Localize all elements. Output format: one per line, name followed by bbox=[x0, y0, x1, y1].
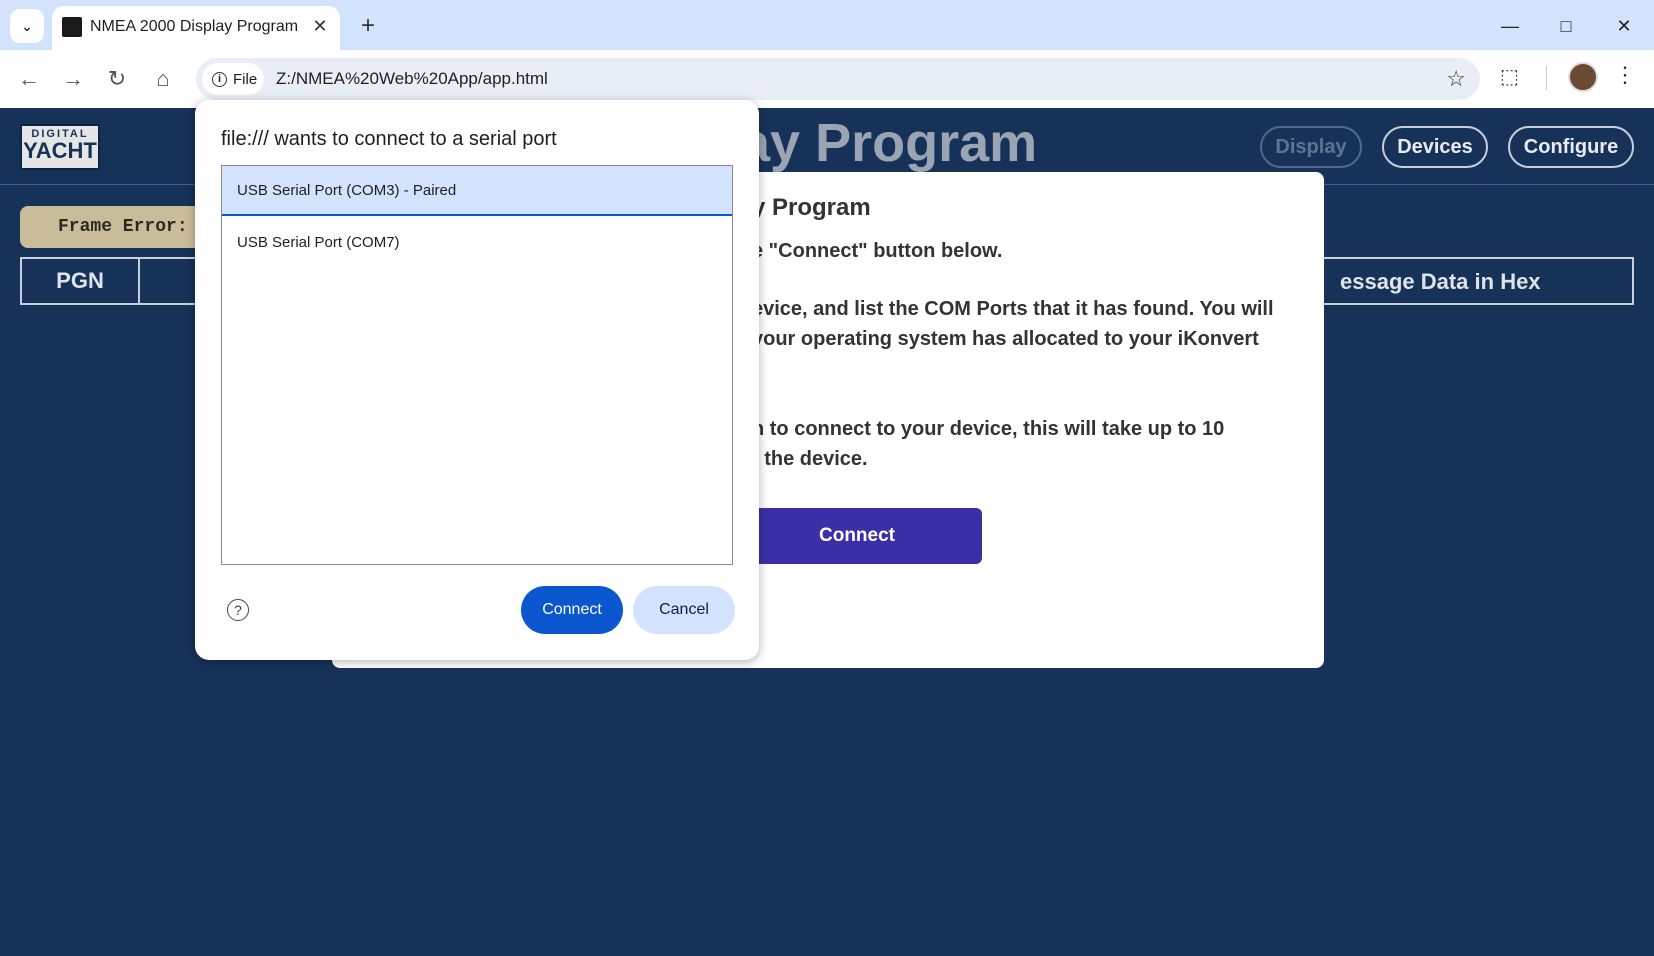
window-close-icon: ✕ bbox=[1616, 15, 1632, 36]
port-list: USB Serial Port (COM3) - Paired USB Seri… bbox=[221, 165, 733, 565]
window-close-button[interactable]: ✕ bbox=[1604, 10, 1644, 42]
port-item-com3[interactable]: USB Serial Port (COM3) - Paired bbox=[222, 166, 732, 216]
digital-yacht-logo: DIGITAL YACHT bbox=[20, 124, 100, 170]
modal-title: y Program bbox=[752, 194, 871, 221]
star-icon[interactable]: ☆ bbox=[1446, 66, 1466, 92]
tab-search-button[interactable]: ⌄ bbox=[10, 9, 44, 43]
site-chip-label: File bbox=[233, 70, 258, 88]
address-bar[interactable]: i File Z:/NMEA%20Web%20App/app.html ☆ bbox=[196, 58, 1480, 100]
modal-text-line: n to connect to your device, this will t… bbox=[752, 418, 1225, 440]
page-title: ay Program bbox=[740, 113, 1038, 173]
maximize-icon: □ bbox=[1560, 15, 1572, 36]
chevron-down-icon: ⌄ bbox=[21, 17, 33, 34]
logo-text-bottom: YACHT bbox=[23, 138, 97, 163]
modal-text-line: e "Connect" button below. bbox=[752, 240, 1003, 262]
minimize-button[interactable]: — bbox=[1490, 10, 1530, 42]
modal-connect-button[interactable]: Connect bbox=[732, 508, 982, 564]
chooser-title: file:/// wants to connect to a serial po… bbox=[221, 128, 557, 150]
chooser-connect-button[interactable]: Connect bbox=[521, 586, 623, 634]
favicon-icon bbox=[62, 17, 82, 37]
col-pgn: PGN bbox=[22, 259, 140, 303]
site-info-chip[interactable]: i File bbox=[202, 63, 264, 95]
chooser-cancel-button[interactable]: Cancel bbox=[633, 586, 735, 634]
new-tab-button[interactable]: + bbox=[354, 12, 382, 40]
url-text[interactable]: Z:/NMEA%20Web%20App/app.html bbox=[276, 69, 548, 89]
nav-configure-button[interactable]: Configure bbox=[1508, 126, 1634, 168]
modal-text-line: evice, and list the COM Ports that it ha… bbox=[752, 298, 1274, 320]
avatar[interactable] bbox=[1568, 62, 1598, 92]
browser-tab[interactable]: NMEA 2000 Display Program ✕ bbox=[52, 6, 340, 50]
info-icon: i bbox=[212, 71, 227, 87]
modal-text-line: f the device. bbox=[752, 448, 868, 470]
toolbar-divider bbox=[1546, 66, 1547, 90]
nav-devices-button[interactable]: Devices bbox=[1382, 126, 1488, 168]
kebab-menu-icon[interactable]: ⋮ bbox=[1614, 62, 1636, 88]
reload-icon[interactable]: ↻ bbox=[100, 62, 134, 96]
col-message-data-hex: essage Data in Hex bbox=[1340, 269, 1541, 294]
forward-icon[interactable]: → bbox=[56, 62, 90, 96]
port-item-com7[interactable]: USB Serial Port (COM7) bbox=[222, 218, 732, 268]
extensions-icon[interactable]: ⬚ bbox=[1500, 64, 1528, 92]
modal-text-line: your operating system has allocated to y… bbox=[752, 328, 1259, 350]
home-icon[interactable]: ⌂ bbox=[146, 62, 180, 96]
maximize-button[interactable]: □ bbox=[1546, 10, 1586, 42]
tab-title: NMEA 2000 Display Program bbox=[90, 18, 299, 35]
serial-port-chooser: file:/// wants to connect to a serial po… bbox=[195, 100, 759, 660]
back-icon[interactable]: ← bbox=[12, 62, 46, 96]
help-icon[interactable]: ? bbox=[227, 599, 249, 621]
minimize-icon: — bbox=[1501, 15, 1519, 36]
close-icon[interactable]: ✕ bbox=[308, 14, 332, 38]
nav-display-button[interactable]: Display bbox=[1260, 126, 1362, 168]
tab-strip: ⌄ NMEA 2000 Display Program ✕ + — □ ✕ bbox=[0, 0, 1654, 50]
plus-icon: + bbox=[360, 12, 375, 39]
